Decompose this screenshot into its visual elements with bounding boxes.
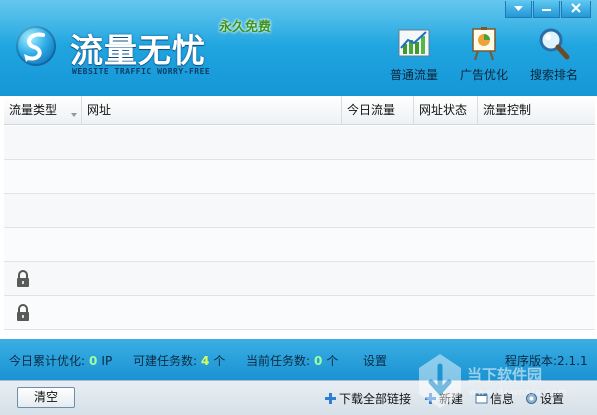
- app-header: 流量无忧 WEBSITE TRAFFIC WORRY-FREE 永久免费 普通流…: [0, 0, 597, 96]
- bottom-bar: 清空 下载全部链接 新建 信息 设置: [0, 380, 597, 415]
- settings-button[interactable]: 设置: [525, 390, 564, 407]
- minimize-icon[interactable]: [505, 1, 532, 18]
- app-subtitle: WEBSITE TRAFFIC WORRY-FREE: [72, 67, 211, 76]
- info-label: 信息: [490, 392, 515, 406]
- column-header-label: 流量控制: [483, 103, 532, 117]
- cumulative-label: 今日累计优化:: [9, 354, 86, 368]
- table-body: [4, 126, 595, 330]
- new-task-label: 新建: [439, 392, 464, 406]
- main-toolbar: 普通流量 广告优化 搜索排名: [379, 26, 589, 83]
- table-row[interactable]: [4, 262, 595, 296]
- table-row[interactable]: [4, 228, 595, 262]
- table-row[interactable]: [4, 194, 595, 228]
- available-value: 4: [201, 354, 210, 368]
- table-row[interactable]: [4, 126, 595, 160]
- column-header-label: 网址状态: [419, 103, 468, 117]
- current-unit: 个: [326, 354, 339, 368]
- column-header-traffic-control[interactable]: 流量控制: [478, 96, 595, 125]
- table-row[interactable]: [4, 296, 595, 330]
- available-label: 可建任务数:: [133, 354, 198, 368]
- normal-traffic-button[interactable]: 普通流量: [379, 26, 449, 83]
- current-label: 当前任务数:: [246, 354, 311, 368]
- sort-arrow-icon: [71, 113, 77, 117]
- info-window-icon: [475, 392, 488, 405]
- search-rank-label: 搜索排名: [529, 68, 578, 82]
- program-version: 程序版本:2.1.1: [505, 354, 588, 368]
- task-table: 流量类型 网址 今日流量 网址状态 流量控制: [4, 96, 595, 339]
- download-all-links-button[interactable]: 下载全部链接: [324, 390, 411, 407]
- column-header-label: 网址: [87, 103, 112, 117]
- menu-icon[interactable]: [533, 1, 560, 18]
- lock-icon: [15, 304, 31, 322]
- clear-button[interactable]: 清空: [17, 387, 75, 408]
- search-rank-button[interactable]: 搜索排名: [519, 26, 589, 83]
- gear-icon: [525, 392, 538, 405]
- free-badge: 永久免费: [219, 20, 272, 35]
- app-logo-icon: [16, 26, 56, 66]
- available-unit: 个: [213, 354, 226, 368]
- column-header-label: 今日流量: [347, 103, 396, 117]
- cumulative-value: 0: [89, 354, 98, 368]
- new-task-button[interactable]: 新建: [424, 390, 463, 407]
- column-header-url-status[interactable]: 网址状态: [414, 96, 478, 125]
- plus-icon: [324, 392, 337, 405]
- table-header: 流量类型 网址 今日流量 网址状态 流量控制: [4, 96, 595, 125]
- current-value: 0: [314, 354, 323, 368]
- column-header-today-traffic[interactable]: 今日流量: [342, 96, 414, 125]
- available-tasks-status: 可建任务数: 4 个: [133, 352, 225, 369]
- ad-optimize-label: 广告优化: [459, 68, 508, 82]
- app-title: 流量无忧: [70, 31, 206, 70]
- column-header-url[interactable]: 网址: [82, 96, 342, 125]
- column-header-traffic-type[interactable]: 流量类型: [4, 96, 82, 125]
- cumulative-unit: IP: [101, 354, 113, 368]
- search-rank-icon: [536, 26, 572, 62]
- plus-icon: [424, 392, 437, 405]
- status-settings-link[interactable]: 设置: [363, 352, 387, 369]
- column-header-label: 流量类型: [9, 103, 58, 117]
- settings-label: 设置: [540, 392, 565, 406]
- traffic-chart-icon: [396, 26, 432, 62]
- window-controls: [505, 1, 591, 18]
- ad-optimize-button[interactable]: 广告优化: [449, 26, 519, 83]
- info-button[interactable]: 信息: [475, 390, 514, 407]
- cumulative-optimize-status: 今日累计优化: 0 IP: [9, 352, 112, 369]
- current-tasks-status: 当前任务数: 0 个: [246, 352, 338, 369]
- table-row[interactable]: [4, 160, 595, 194]
- close-icon[interactable]: [561, 1, 591, 18]
- lock-icon: [15, 270, 31, 288]
- ad-board-icon: [466, 26, 502, 62]
- status-bar: 今日累计优化: 0 IP 可建任务数: 4 个 当前任务数: 0 个 设置 程序版本:2.1…: [0, 339, 597, 380]
- normal-traffic-label: 普通流量: [389, 68, 438, 82]
- download-all-links-label: 下载全部链接: [339, 392, 412, 406]
